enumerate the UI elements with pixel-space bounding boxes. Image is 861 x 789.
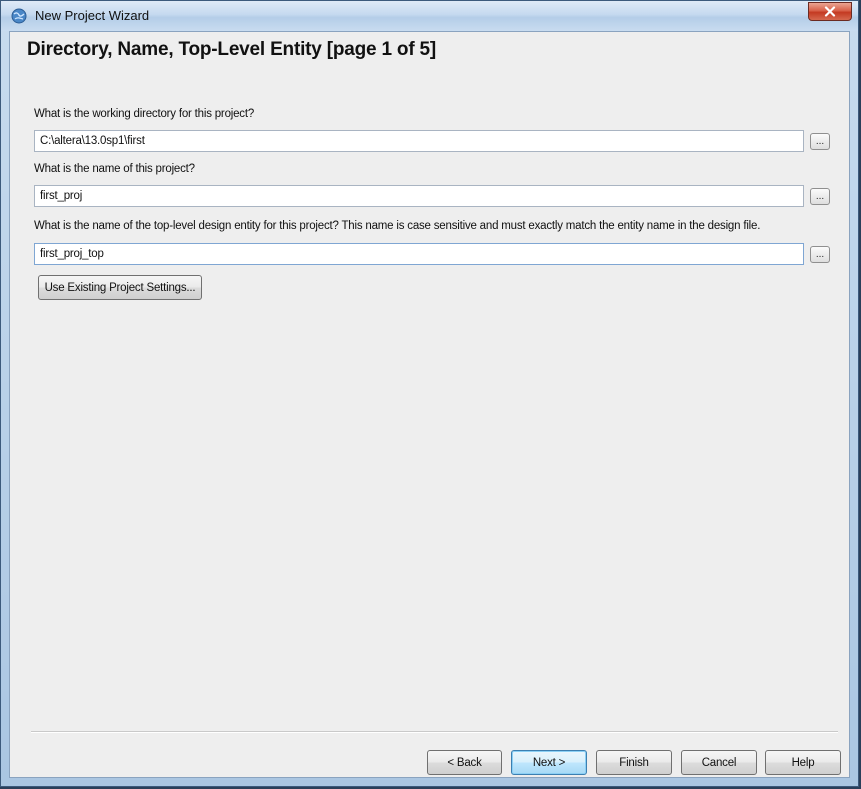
cancel-button[interactable]: Cancel: [681, 750, 757, 775]
help-button[interactable]: Help: [765, 750, 841, 775]
use-existing-settings-button[interactable]: Use Existing Project Settings...: [38, 275, 202, 300]
project-name-browse-button[interactable]: ...: [810, 188, 830, 205]
quartus-globe-icon: [11, 8, 27, 24]
working-directory-browse-button[interactable]: ...: [810, 133, 830, 150]
footer-separator: [31, 731, 838, 733]
next-button[interactable]: Next >: [511, 750, 587, 775]
window-title: New Project Wizard: [35, 8, 150, 23]
close-button[interactable]: [808, 2, 852, 21]
project-name-label: What is the name of this project?: [34, 163, 195, 175]
top-level-entity-input[interactable]: [34, 243, 804, 265]
wizard-window: New Project Wizard Directory, Name, Top-…: [0, 0, 859, 787]
working-directory-label: What is the working directory for this p…: [34, 108, 255, 120]
close-icon: [824, 6, 836, 17]
page-title: Directory, Name, Top-Level Entity [page …: [27, 39, 437, 60]
finish-button[interactable]: Finish: [596, 750, 672, 775]
project-name-input[interactable]: [34, 185, 804, 207]
top-level-entity-label: What is the name of the top-level design…: [34, 220, 761, 232]
working-directory-input[interactable]: [34, 130, 804, 152]
title-bar[interactable]: New Project Wizard: [1, 1, 858, 31]
back-button[interactable]: < Back: [427, 750, 502, 775]
top-level-entity-browse-button[interactable]: ...: [810, 246, 830, 263]
